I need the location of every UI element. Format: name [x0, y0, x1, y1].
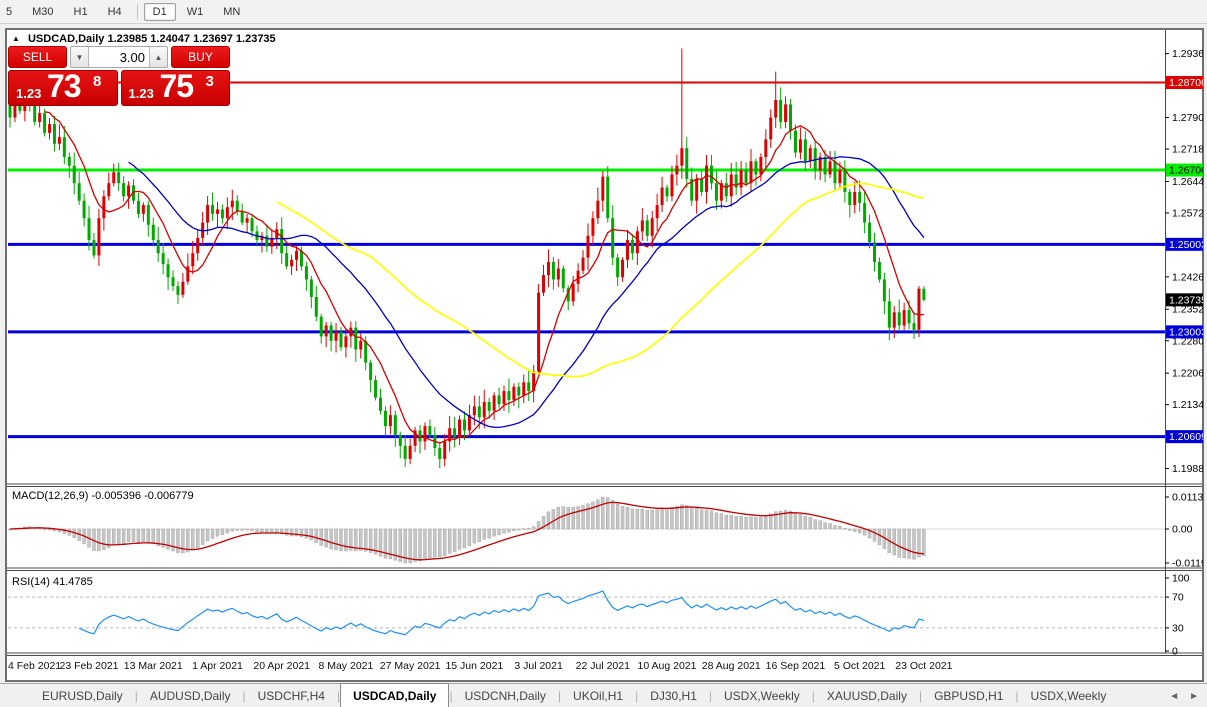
- macd-label: MACD(12,26,9) -0.005396 -0.006779: [12, 490, 194, 502]
- svg-text:-0.01190: -0.01190: [1172, 558, 1203, 570]
- buy-price-main: 75: [160, 68, 194, 105]
- buy-button[interactable]: BUY: [171, 46, 230, 68]
- tab-usdcnh-daily[interactable]: USDCNH,Daily: [453, 684, 558, 707]
- timeframe-h1[interactable]: H1: [65, 3, 97, 21]
- timeframe-m5[interactable]: 5: [0, 3, 21, 21]
- svg-text:1.24260: 1.24260: [1172, 271, 1203, 283]
- toolbar-separator: [137, 4, 138, 20]
- svg-text:22 Jul 2021: 22 Jul 2021: [576, 660, 630, 672]
- svg-text:1.23003: 1.23003: [1169, 326, 1203, 338]
- svg-text:100: 100: [1172, 573, 1190, 585]
- svg-text:1.27900: 1.27900: [1172, 112, 1203, 124]
- svg-text:1.19880: 1.19880: [1172, 463, 1203, 475]
- tab-usdx-weekly[interactable]: USDX,Weekly: [1019, 684, 1119, 707]
- svg-text:1.23735: 1.23735: [1169, 294, 1203, 306]
- price-panel[interactable]: [8, 48, 1165, 468]
- svg-text:1.27180: 1.27180: [1172, 144, 1203, 156]
- timeframe-toolbar: 5 M30 H1 H4 D1 W1 MN: [0, 0, 1207, 24]
- svg-text:30: 30: [1172, 622, 1184, 634]
- svg-text:1.26700: 1.26700: [1169, 165, 1203, 177]
- svg-text:23 Oct 2021: 23 Oct 2021: [895, 660, 952, 672]
- chart-tab-bar: EURUSD,Daily|AUDUSD,Daily|USDCHF,H4|USDC…: [0, 683, 1207, 707]
- timeframe-m30[interactable]: M30: [23, 3, 62, 21]
- svg-text:1.26440: 1.26440: [1172, 176, 1203, 188]
- svg-text:1.28700: 1.28700: [1169, 77, 1203, 89]
- rsi-panel: [8, 591, 1165, 635]
- tab-audusd-daily[interactable]: AUDUSD,Daily: [138, 684, 243, 707]
- buy-price-button[interactable]: 1.23 75 3: [121, 70, 231, 106]
- svg-text:0.00: 0.00: [1172, 524, 1193, 536]
- one-click-trading-panel: SELL ▼ ▲ BUY 1.23 73 8 1.23 75 3: [8, 46, 230, 106]
- svg-text:1.21340: 1.21340: [1172, 399, 1203, 411]
- sell-price-pip: 8: [93, 73, 101, 90]
- svg-text:28 Aug 2021: 28 Aug 2021: [702, 660, 761, 672]
- chart-symbol-label: USDCAD,Daily: [28, 33, 104, 45]
- timeframe-mn[interactable]: MN: [214, 3, 249, 21]
- svg-text:8 May 2021: 8 May 2021: [318, 660, 373, 672]
- tabs-scroll-left-icon[interactable]: ◄: [1169, 691, 1179, 702]
- svg-text:70: 70: [1172, 592, 1184, 604]
- sell-price-prefix: 1.23: [16, 86, 41, 101]
- svg-text:0.01135: 0.01135: [1172, 492, 1203, 504]
- buy-price-prefix: 1.23: [129, 86, 154, 101]
- svg-text:27 May 2021: 27 May 2021: [380, 660, 441, 672]
- tab-dj30-h1[interactable]: DJ30,H1: [638, 684, 709, 707]
- chart-canvas[interactable]: 1.29360 1.27900 1.27180 1.26440 1.25720 1.242…: [6, 29, 1203, 681]
- buy-price-pip: 3: [206, 73, 214, 90]
- volume-decrease-icon[interactable]: ▼: [71, 47, 89, 67]
- macd-panel: [8, 497, 1165, 563]
- svg-text:1.25720: 1.25720: [1172, 207, 1203, 219]
- sell-button[interactable]: SELL: [8, 46, 67, 68]
- tab-gbpusd-h1[interactable]: GBPUSD,H1: [922, 684, 1015, 707]
- mt4-window: 5 M30 H1 H4 D1 W1 MN 1.29360 1.27900 1.271…: [0, 0, 1207, 707]
- chart-window: 1.29360 1.27900 1.27180 1.26440 1.25720 1.242…: [5, 28, 1204, 682]
- svg-text:0: 0: [1172, 646, 1178, 658]
- chart-ohlc-label: 1.23985 1.24047 1.23697 1.23735: [107, 33, 275, 45]
- svg-text:10 Aug 2021: 10 Aug 2021: [638, 660, 697, 672]
- timeframe-d1[interactable]: D1: [144, 3, 176, 21]
- tab-bar-spacer: [0, 684, 30, 707]
- axes: 1.29360 1.27900 1.27180 1.26440 1.25720 1.242…: [6, 30, 1203, 681]
- rsi-label: RSI(14) 41.4785: [12, 576, 93, 588]
- svg-text:4 Feb 2021: 4 Feb 2021: [8, 660, 61, 672]
- sell-price-main: 73: [47, 68, 81, 105]
- tab-xauusd-daily[interactable]: XAUUSD,Daily: [815, 684, 919, 707]
- svg-text:5 Oct 2021: 5 Oct 2021: [834, 660, 886, 672]
- tab-eurusd-daily[interactable]: EURUSD,Daily: [30, 684, 135, 707]
- svg-text:1 Apr 2021: 1 Apr 2021: [192, 660, 243, 672]
- svg-text:23 Feb 2021: 23 Feb 2021: [60, 660, 119, 672]
- svg-text:16 Sep 2021: 16 Sep 2021: [766, 660, 826, 672]
- chart-title: ▲ USDCAD,Daily 1.23985 1.24047 1.23697 1…: [12, 33, 276, 45]
- collapse-arrow-icon[interactable]: ▲: [12, 34, 20, 43]
- tab-ukoil-h1[interactable]: UKOil,H1: [561, 684, 635, 707]
- tab-usdx-weekly[interactable]: USDX,Weekly: [712, 684, 812, 707]
- svg-text:20 Apr 2021: 20 Apr 2021: [253, 660, 310, 672]
- svg-text:15 Jun 2021: 15 Jun 2021: [445, 660, 503, 672]
- svg-text:1.22060: 1.22060: [1172, 368, 1203, 380]
- volume-increase-icon[interactable]: ▲: [149, 47, 167, 67]
- svg-text:1.20609: 1.20609: [1169, 431, 1203, 443]
- svg-text:13 Mar 2021: 13 Mar 2021: [124, 660, 183, 672]
- svg-text:1.25003: 1.25003: [1169, 239, 1203, 251]
- sell-price-button[interactable]: 1.23 73 8: [8, 70, 118, 106]
- tabs-scroll-right-icon[interactable]: ►: [1189, 691, 1199, 702]
- volume-input[interactable]: [89, 47, 149, 67]
- tab-usdchf-h4[interactable]: USDCHF,H4: [246, 684, 337, 707]
- tab-usdcad-daily[interactable]: USDCAD,Daily: [340, 683, 449, 707]
- timeframe-h4[interactable]: H4: [99, 3, 131, 21]
- svg-text:1.29360: 1.29360: [1172, 48, 1203, 60]
- timeframe-w1[interactable]: W1: [178, 3, 213, 21]
- svg-text:3 Jul 2021: 3 Jul 2021: [514, 660, 563, 672]
